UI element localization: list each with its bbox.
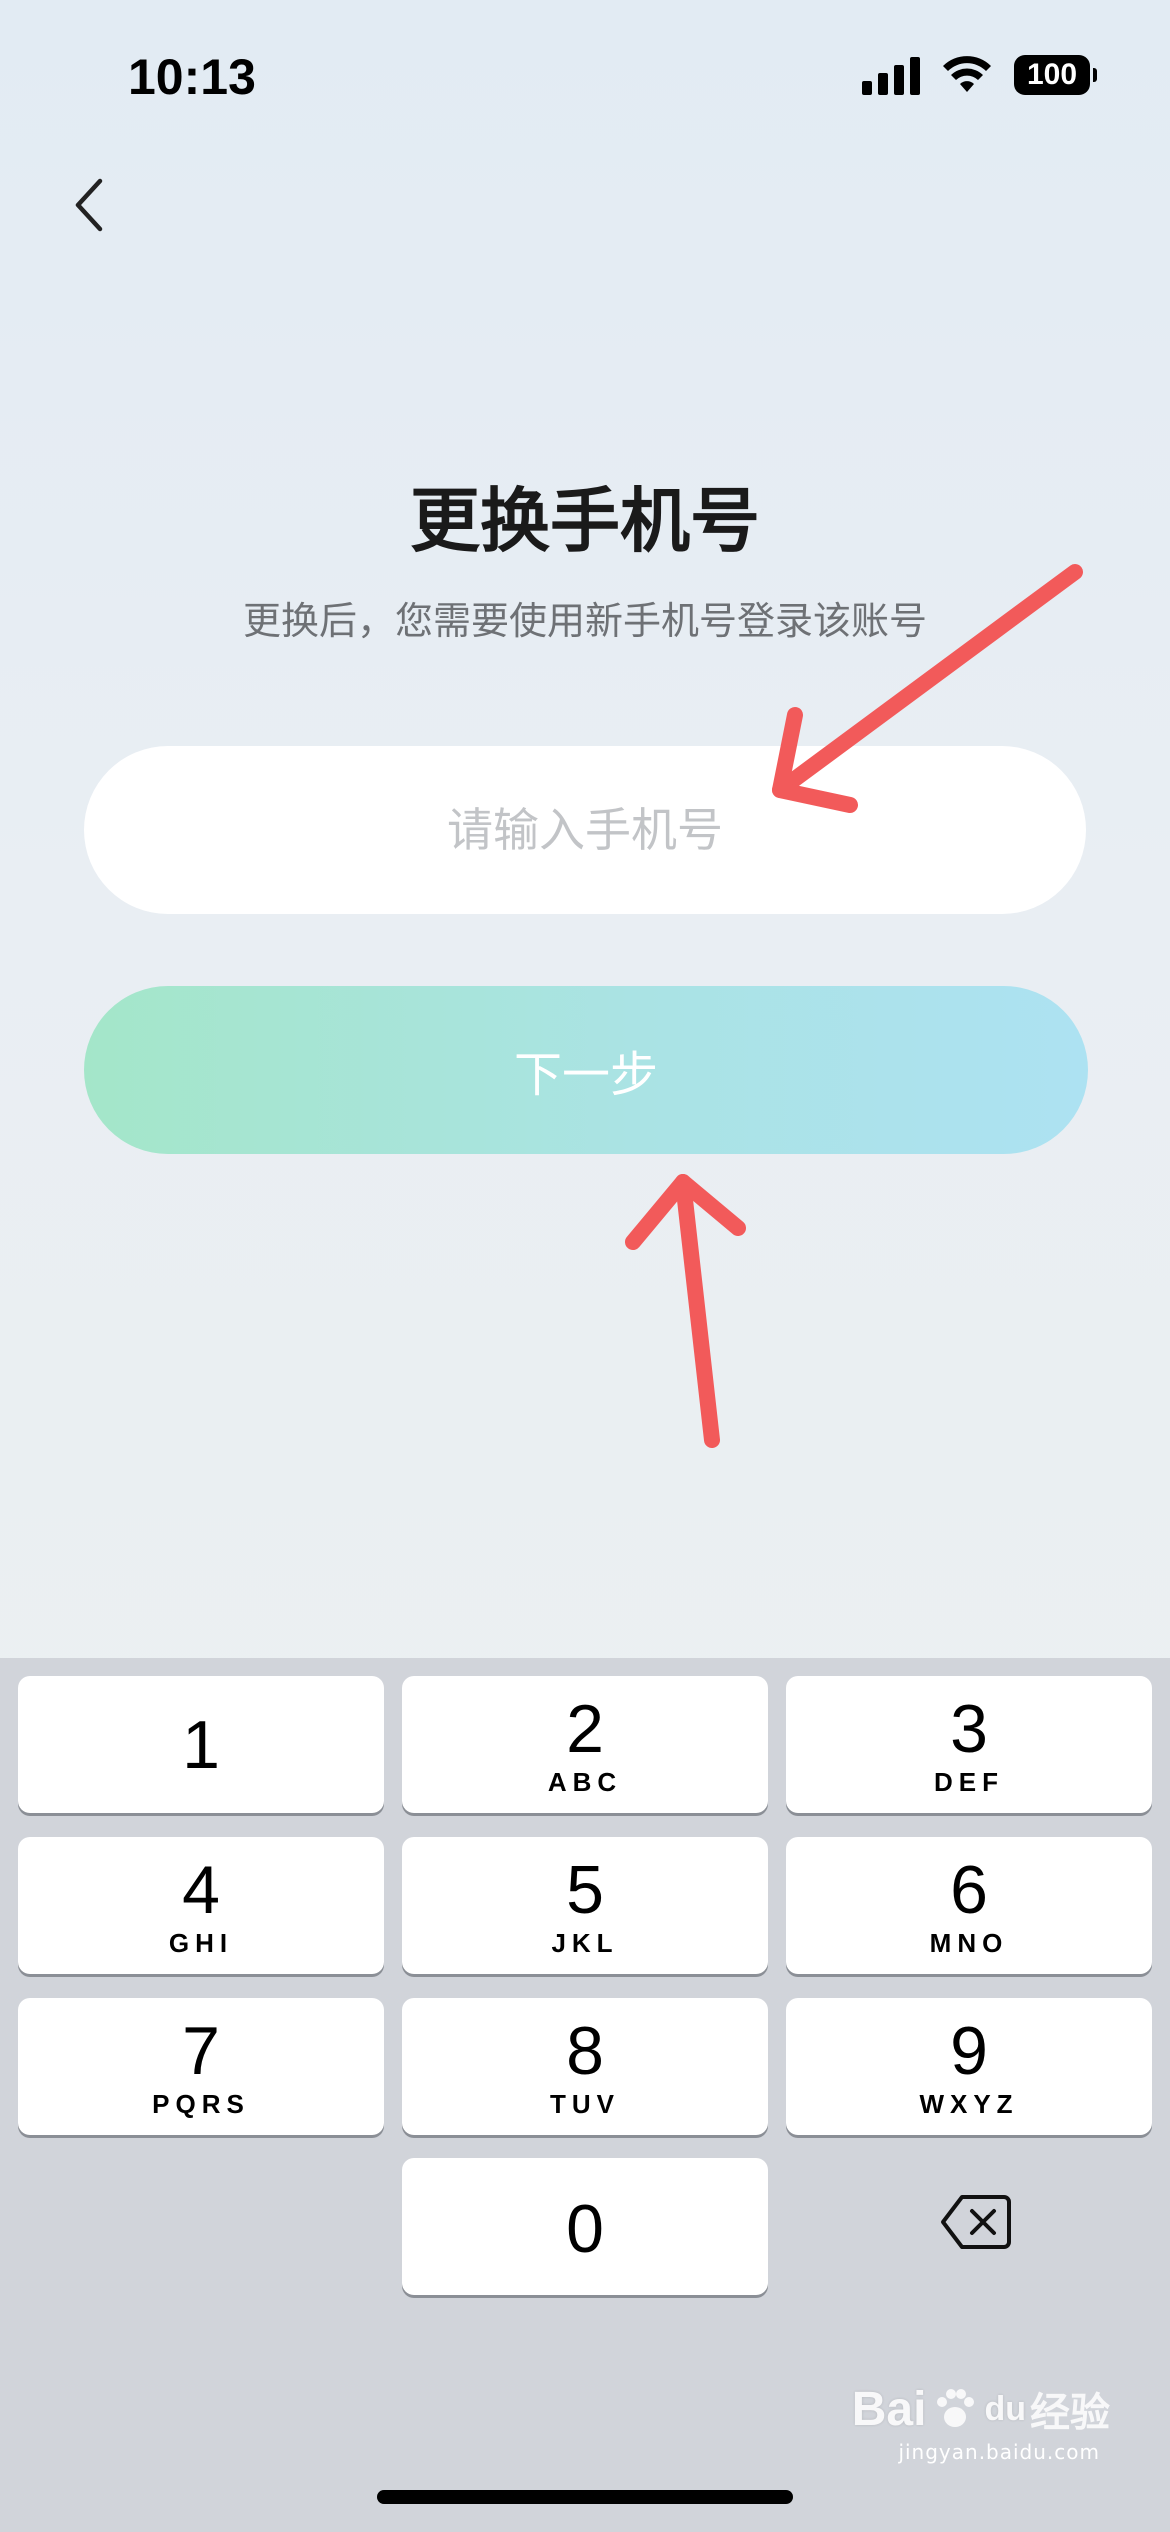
page-title: 更换手机号 xyxy=(410,482,760,560)
annotation-arrow-button xyxy=(625,1174,746,1448)
key-digit: 2 xyxy=(566,1690,604,1767)
key-digit: 6 xyxy=(950,1851,988,1928)
key-digit: 0 xyxy=(566,2190,604,2267)
page-subtitle: 更换后，您需要使用新手机号登录该账号 xyxy=(242,599,927,643)
key-9[interactable]: 9 WXYZ xyxy=(786,1998,1152,2135)
key-digit: 5 xyxy=(566,1851,604,1928)
key-digit: 8 xyxy=(566,2012,604,2089)
baidu-watermark: Bai du 经验 xyxy=(852,2380,1110,2438)
key-letters: ABC xyxy=(547,1766,623,1797)
key-5[interactable]: 5 JKL xyxy=(402,1837,768,1974)
watermark-site: jingyan.baidu.com xyxy=(898,2440,1100,2464)
battery-icon: 100 xyxy=(1014,55,1097,95)
key-8[interactable]: 8 TUV xyxy=(402,1998,768,2135)
key-2[interactable]: 2 ABC xyxy=(402,1676,768,1813)
key-digit: 1 xyxy=(182,1706,220,1783)
signal-icon xyxy=(862,55,920,95)
battery-level: 100 xyxy=(1026,58,1078,91)
phone-input-container xyxy=(84,746,1086,914)
key-digit: 7 xyxy=(182,2012,220,2089)
key-6[interactable]: 6 MNO xyxy=(786,1837,1152,1974)
key-3[interactable]: 3 DEF xyxy=(786,1676,1152,1813)
key-digit: 4 xyxy=(182,1851,220,1928)
status-bar: 10:13 100 xyxy=(0,0,1170,150)
key-digit: 9 xyxy=(950,2012,988,2089)
next-step-button[interactable]: 下一步 xyxy=(84,986,1088,1154)
wifi-icon xyxy=(942,56,992,94)
key-letters: DEF xyxy=(934,1766,1004,1797)
backspace-icon xyxy=(941,2195,1011,2249)
key-1[interactable]: 1 xyxy=(18,1676,384,1813)
key-letters: GHI xyxy=(168,1927,234,1958)
watermark-cn: 经验 xyxy=(1030,2390,1110,2436)
phone-number-input[interactable] xyxy=(84,746,1086,914)
key-letters: PQRS xyxy=(152,2088,250,2119)
chevron-left-icon xyxy=(75,178,103,232)
key-digit: 3 xyxy=(950,1690,988,1767)
key-7[interactable]: 7 PQRS xyxy=(18,1998,384,2135)
back-button[interactable] xyxy=(50,165,130,245)
delete-key[interactable] xyxy=(916,2172,1036,2272)
status-time: 10:13 xyxy=(128,49,256,105)
key-4[interactable]: 4 GHI xyxy=(18,1837,384,1974)
status-icons: 100 xyxy=(862,55,1097,95)
key-letters: TUV xyxy=(550,2088,620,2119)
home-indicator[interactable] xyxy=(377,2490,793,2504)
paw-icon xyxy=(937,2389,975,2427)
key-letters: WXYZ xyxy=(919,2088,1019,2119)
key-letters: MNO xyxy=(929,1927,1009,1958)
key-letters: JKL xyxy=(551,1927,619,1958)
key-0[interactable]: 0 xyxy=(402,2158,768,2295)
watermark-logo-text: Bai xyxy=(851,2382,927,2436)
watermark-logo-text-2: du xyxy=(984,2389,1026,2428)
